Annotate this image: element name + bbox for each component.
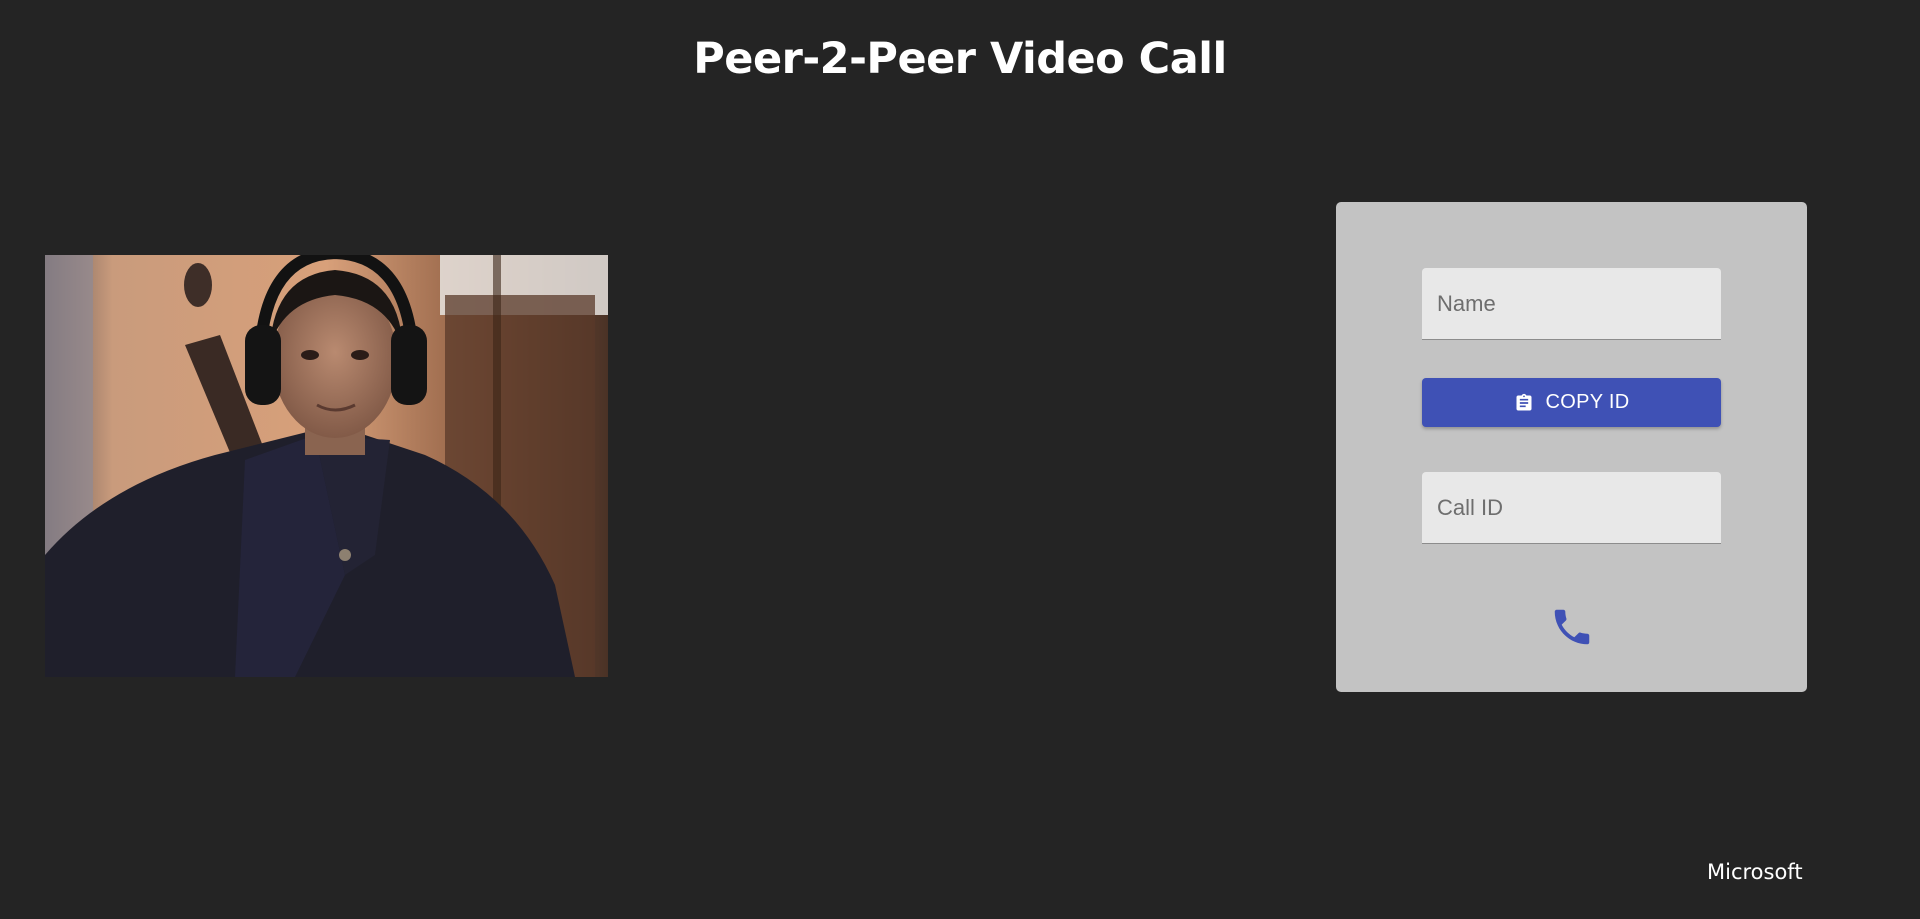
phone-icon [1549,604,1595,653]
name-field[interactable] [1422,268,1721,340]
page-title: Peer-2-Peer Video Call [693,34,1227,84]
footer-brand: Microsoft [1707,860,1803,884]
local-video [45,255,608,677]
call-button[interactable] [1546,602,1598,654]
copy-id-button[interactable]: COPY ID [1422,378,1721,427]
app-page: Peer-2-Peer Video Call Name COPY ID Call… [0,0,1920,919]
copy-id-label: COPY ID [1545,391,1630,413]
call-id-input[interactable] [1422,472,1721,543]
name-input[interactable] [1422,268,1721,339]
webcam-image [45,255,608,677]
clipboard-icon [1514,392,1534,414]
call-id-field[interactable] [1422,472,1721,544]
call-panel: COPY ID [1336,202,1807,692]
